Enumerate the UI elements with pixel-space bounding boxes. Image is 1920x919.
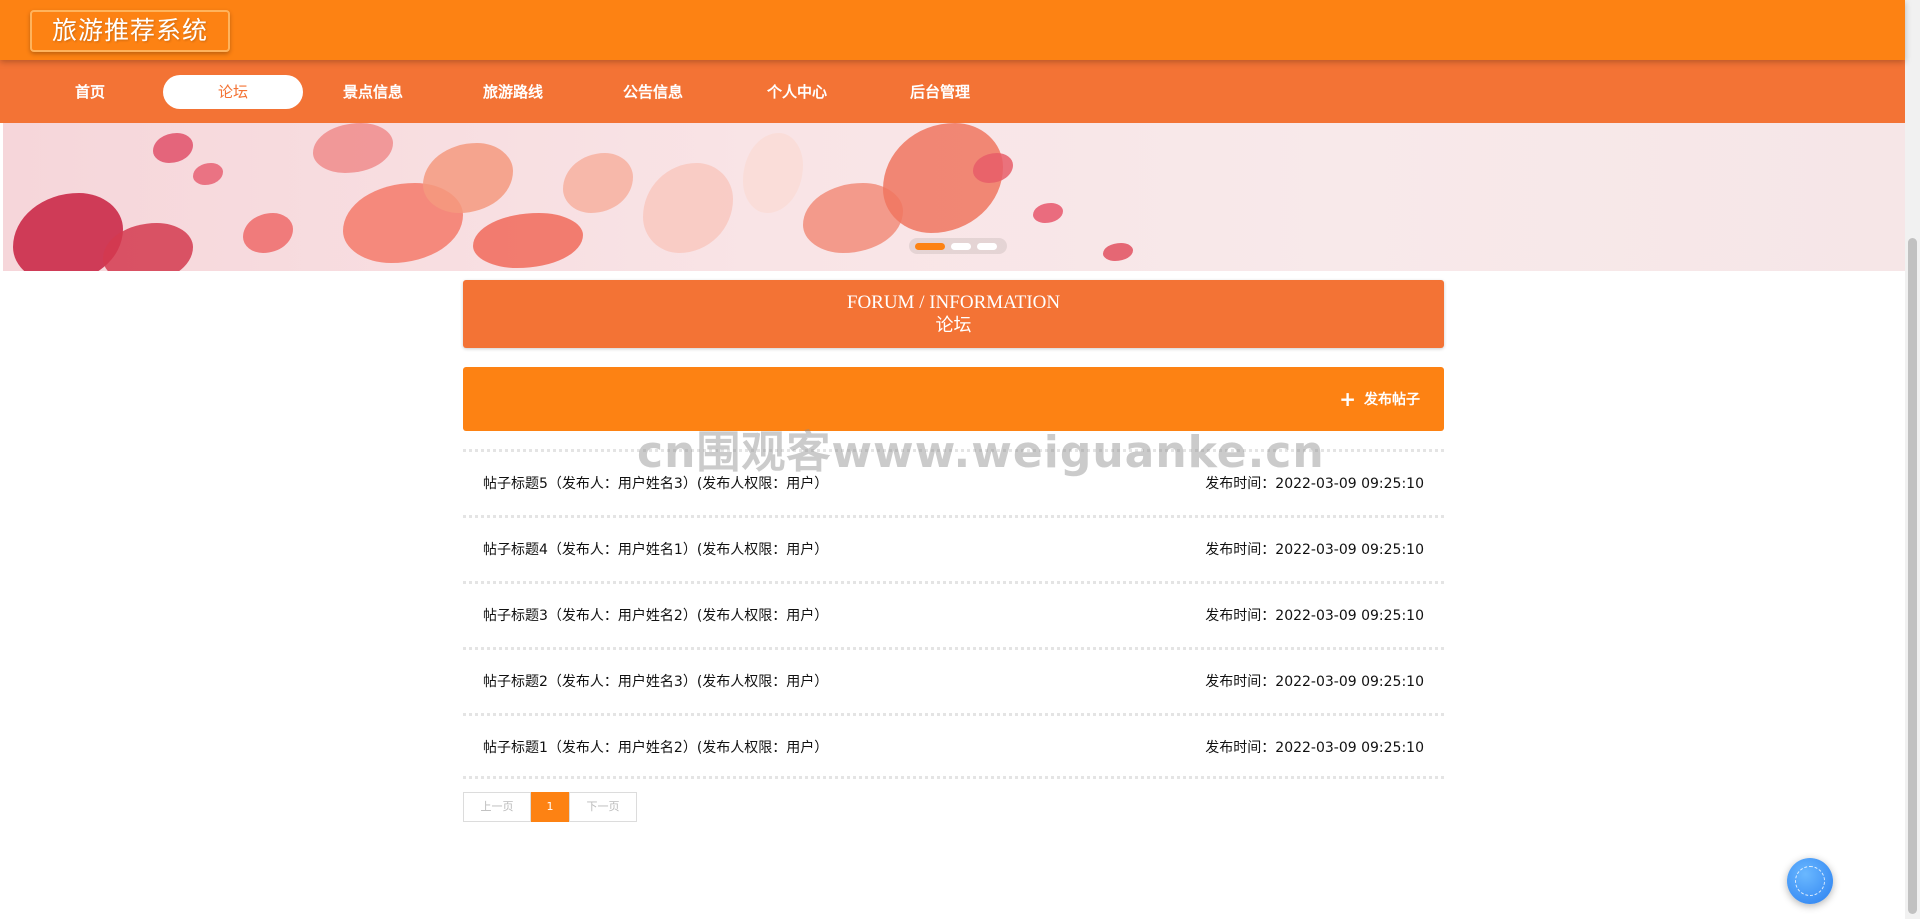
page-number-button[interactable]: 1: [531, 792, 569, 822]
post-title[interactable]: 帖子标题1（发布人：用户姓名2）(发布人权限：用户）: [483, 737, 828, 757]
nav-item-announcements[interactable]: 公告信息: [583, 75, 723, 109]
post-time: 发布时间：2022-03-09 09:25:10: [1205, 608, 1424, 624]
section-header: FORUM / INFORMATION 论坛: [463, 280, 1444, 348]
nav-item-forum[interactable]: 论坛: [163, 75, 303, 109]
page-scrollbar[interactable]: [1905, 0, 1920, 919]
banner-petal: [473, 213, 583, 268]
plus-icon: +: [1339, 387, 1356, 411]
app-title: 旅游推荐系统: [30, 10, 231, 52]
pagination: 上一页 1 下一页: [463, 792, 637, 822]
banner-petal: [743, 133, 803, 213]
banner-petal: [973, 153, 1013, 183]
carousel-dot-3[interactable]: [977, 243, 997, 250]
publish-post-button[interactable]: + 发布帖子: [1339, 389, 1420, 409]
section-title-en: FORUM / INFORMATION: [846, 292, 1061, 313]
banner-carousel[interactable]: [3, 123, 1905, 271]
banner-petal: [313, 123, 393, 173]
post-item[interactable]: 帖子标题4（发布人：用户姓名1）(发布人权限：用户） 发布时间：2022-03-…: [463, 515, 1444, 581]
banner-petal: [153, 133, 193, 163]
banner-petal: [423, 143, 513, 213]
post-title[interactable]: 帖子标题5（发布人：用户姓名3）(发布人权限：用户）: [483, 473, 828, 493]
prev-page-button[interactable]: 上一页: [463, 792, 531, 822]
main-nav: 首页 论坛 景点信息 旅游路线 公告信息 个人中心 后台管理: [0, 60, 1905, 123]
post-item[interactable]: 帖子标题2（发布人：用户姓名3）(发布人权限：用户） 发布时间：2022-03-…: [463, 647, 1444, 713]
carousel-dot-1[interactable]: [915, 243, 945, 250]
banner-petal: [1033, 203, 1063, 223]
carousel-indicators: [909, 238, 1007, 254]
nav-item-attractions[interactable]: 景点信息: [303, 75, 443, 109]
nav-item-home[interactable]: 首页: [20, 75, 160, 109]
post-title[interactable]: 帖子标题4（发布人：用户姓名1）(发布人权限：用户）: [483, 539, 828, 559]
banner-petal: [193, 163, 223, 185]
post-title[interactable]: 帖子标题2（发布人：用户姓名3）(发布人权限：用户）: [483, 671, 828, 691]
post-item[interactable]: 帖子标题1（发布人：用户姓名2）(发布人权限：用户） 发布时间：2022-03-…: [463, 713, 1444, 779]
scrollbar-thumb[interactable]: [1908, 238, 1917, 914]
publish-post-label: 发布帖子: [1364, 392, 1420, 408]
banner-petal: [1103, 243, 1133, 261]
post-time: 发布时间：2022-03-09 09:25:10: [1205, 674, 1424, 690]
compass-icon: [1795, 866, 1825, 896]
nav-item-routes[interactable]: 旅游路线: [443, 75, 583, 109]
next-page-button[interactable]: 下一页: [569, 792, 637, 822]
floating-action-button[interactable]: [1787, 858, 1833, 904]
forum-action-bar: + 发布帖子: [463, 367, 1444, 431]
carousel-dot-2[interactable]: [951, 243, 971, 250]
nav-item-admin[interactable]: 后台管理: [870, 75, 1010, 109]
post-list: 帖子标题5（发布人：用户姓名3）(发布人权限：用户） 发布时间：2022-03-…: [463, 449, 1444, 779]
banner-petal: [643, 163, 733, 253]
banner-petal: [243, 213, 293, 253]
post-time: 发布时间：2022-03-09 09:25:10: [1205, 740, 1424, 756]
post-time: 发布时间：2022-03-09 09:25:10: [1205, 542, 1424, 558]
post-title[interactable]: 帖子标题3（发布人：用户姓名2）(发布人权限：用户）: [483, 605, 828, 625]
post-item[interactable]: 帖子标题5（发布人：用户姓名3）(发布人权限：用户） 发布时间：2022-03-…: [463, 449, 1444, 515]
top-header: 旅游推荐系统: [0, 0, 1905, 60]
post-time: 发布时间：2022-03-09 09:25:10: [1205, 476, 1424, 492]
section-title-cn: 论坛: [935, 315, 972, 335]
post-item[interactable]: 帖子标题3（发布人：用户姓名2）(发布人权限：用户） 发布时间：2022-03-…: [463, 581, 1444, 647]
banner-petal: [563, 153, 633, 213]
nav-item-profile[interactable]: 个人中心: [727, 75, 867, 109]
